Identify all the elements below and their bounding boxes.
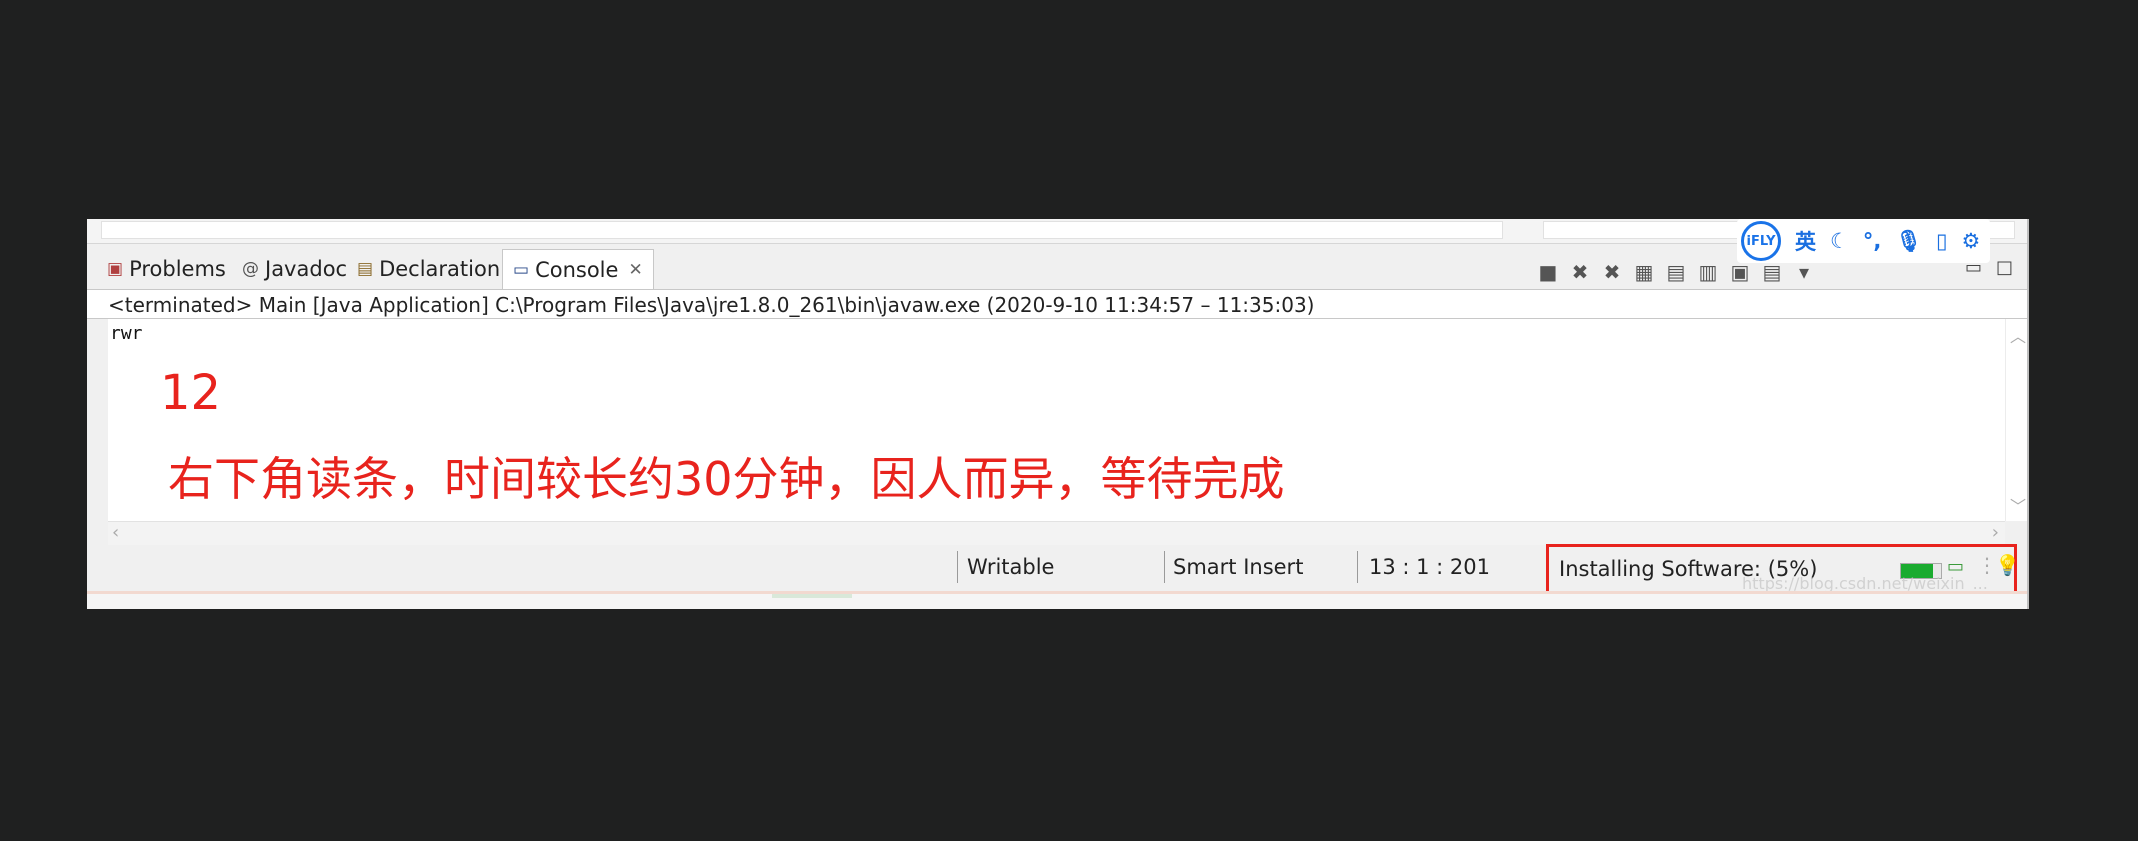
declaration-icon: ▤ [357, 259, 374, 279]
console-process-header: <terminated> Main [Java Application] C:\… [87, 289, 2027, 319]
status-writable: Writable [967, 555, 1055, 579]
editor-top-strip [87, 219, 2027, 244]
gear-icon[interactable]: ⚙ [1962, 229, 1981, 253]
scroll-lock-icon[interactable]: ▤ [1665, 260, 1687, 284]
annotation-number: 12 [160, 365, 222, 421]
chevron-left-icon[interactable]: ‹ [112, 522, 119, 543]
vertical-scrollbar[interactable]: ︿ ﹀ [2005, 319, 2027, 521]
bottom-progress-bar [772, 594, 852, 598]
editor-scroll-area[interactable] [101, 221, 1503, 239]
remove-all-icon[interactable]: ✖ [1601, 260, 1623, 284]
status-separator [1357, 551, 1358, 583]
tab-console[interactable]: ▭ Console ✕ [502, 249, 654, 290]
remove-launch-icon[interactable]: ✖ [1569, 260, 1591, 284]
clear-console-icon[interactable]: ▦ [1633, 260, 1655, 284]
status-insert-mode: Smart Insert [1173, 555, 1304, 579]
console-output-line: rwr [110, 323, 143, 344]
tab-label: Declaration [379, 257, 501, 281]
tab-javadoc[interactable]: @ Javadoc [242, 249, 347, 289]
maximize-icon[interactable]: □ [1996, 257, 2013, 278]
ifly-ime-toolbar: iFLY 英 ☾ °, 🎙 ▯ ⚙ [1737, 219, 1991, 263]
status-separator [957, 551, 958, 583]
lightbulb-icon[interactable]: 💡 [1995, 553, 2020, 577]
word-wrap-icon[interactable]: ▥ [1697, 260, 1719, 284]
punctuation-icon[interactable]: °, [1863, 229, 1881, 253]
chevron-right-icon[interactable]: › [1992, 522, 1999, 543]
close-icon[interactable]: ✕ [628, 260, 642, 280]
status-cursor-position: 13 : 1 : 201 [1369, 555, 1491, 579]
ifly-logo: iFLY [1741, 221, 1781, 261]
console-output[interactable]: rwr 12 右下角读条，时间较长约30分钟，因人而异，等待完成 [108, 319, 2005, 521]
moon-icon[interactable]: ☾ [1830, 229, 1849, 253]
horizontal-scrollbar[interactable]: ‹ › [108, 521, 2005, 546]
minimize-icon[interactable]: ▭ [1965, 257, 1982, 278]
problems-icon: ▣ [107, 259, 124, 279]
chevron-up-icon[interactable]: ︿ [2010, 323, 2026, 347]
annotation-text: 右下角读条，时间较长约30分钟，因人而异，等待完成 [168, 452, 1285, 506]
language-toggle[interactable]: 英 [1795, 226, 1816, 256]
tab-problems[interactable]: ▣ Problems [107, 249, 226, 289]
stop-icon[interactable]: ■ [1537, 260, 1559, 284]
keyboard-icon[interactable]: ▯ [1936, 229, 1948, 253]
tab-label: Console [535, 258, 619, 282]
view-window-controls: ▭ □ [1965, 257, 2013, 278]
javadoc-icon: @ [242, 259, 259, 279]
chevron-down-icon[interactable]: ﹀ [2010, 493, 2026, 517]
open-console-icon[interactable]: ▾ [1793, 260, 1815, 284]
status-separator [1164, 551, 1165, 583]
tab-declaration[interactable]: ▤ Declaration [357, 249, 500, 289]
pin-console-icon[interactable]: ▣ [1729, 260, 1751, 284]
console-icon: ▭ [513, 260, 530, 280]
tab-label: Javadoc [265, 257, 348, 281]
display-selected-icon[interactable]: ▤ [1761, 260, 1783, 284]
eclipse-window: ▣ Problems @ Javadoc ▤ Declaration ▭ Con… [87, 219, 2029, 609]
bottom-strip [87, 591, 2027, 609]
tab-label: Problems [129, 257, 226, 281]
microphone-icon[interactable]: 🎙 [1895, 229, 1922, 254]
